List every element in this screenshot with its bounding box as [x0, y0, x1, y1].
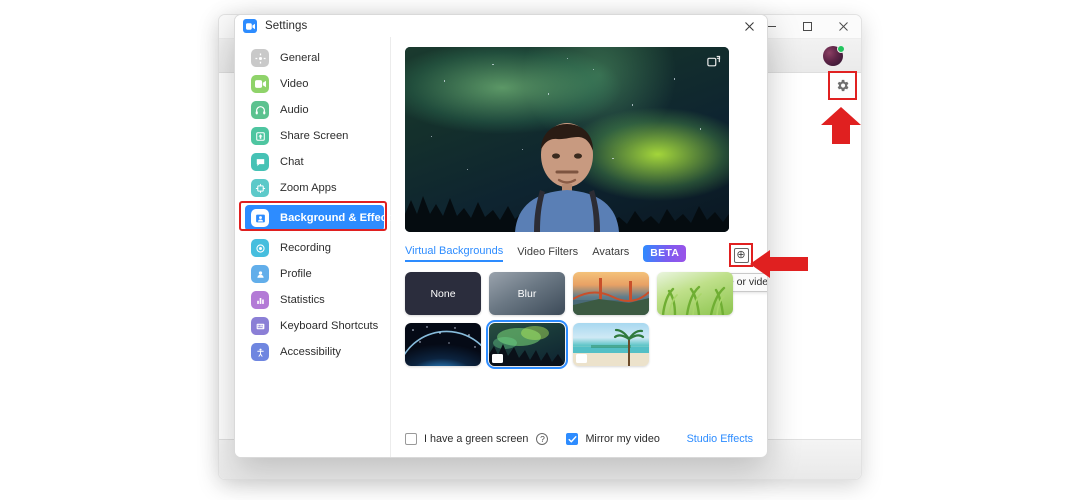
- settings-sidebar: General Video Audio Share Screen Chat Zo…: [235, 37, 397, 457]
- green-screen-label: I have a green screen: [424, 433, 529, 445]
- zoom-apps-icon: [251, 179, 269, 197]
- maximize-icon[interactable]: [789, 15, 825, 39]
- user-avatar[interactable]: [823, 44, 845, 66]
- thumb-label: None: [430, 287, 456, 300]
- background-options-row: I have a green screen ? Mirror my video …: [405, 433, 753, 445]
- mirror-video-checkbox[interactable]: [566, 433, 579, 445]
- gear-icon: [837, 79, 849, 92]
- sidebar-item-keyboard-shortcuts[interactable]: Keyboard Shortcuts: [245, 313, 384, 339]
- chat-bubble-icon: [251, 153, 269, 171]
- background-thumb-earth[interactable]: [405, 323, 481, 366]
- sidebar-item-label: Zoom Apps: [280, 182, 337, 194]
- earth-space-art: [405, 326, 481, 356]
- headphones-icon: [251, 101, 269, 119]
- sidebar-item-background-effects[interactable]: Background & Effects: [245, 205, 397, 231]
- status-dot-icon: [837, 44, 845, 53]
- recording-icon: [251, 239, 269, 257]
- help-icon[interactable]: ?: [536, 433, 549, 445]
- green-screen-checkbox[interactable]: [405, 433, 417, 445]
- tab-video-filters[interactable]: Video Filters: [517, 246, 578, 261]
- share-screen-icon: [251, 127, 269, 145]
- background-thumb-blur[interactable]: Blur: [489, 272, 565, 315]
- background-tabs: Virtual Backgrounds Video Filters Avatar…: [405, 245, 753, 262]
- gear-icon: [251, 49, 269, 67]
- background-thumb-grass[interactable]: [657, 272, 733, 315]
- sidebar-item-general[interactable]: General: [245, 45, 384, 71]
- background-thumb-none[interactable]: None: [405, 272, 481, 315]
- zoom-logo-icon: [243, 19, 257, 33]
- settings-window: Settings General Video Audio Share Scree…: [234, 14, 768, 458]
- camera-switch-icon[interactable]: [706, 54, 721, 69]
- red-arrow-left: [750, 250, 808, 278]
- downloaded-badge-icon: [492, 354, 503, 363]
- sidebar-item-label: Chat: [280, 156, 304, 168]
- sidebar-item-label: Accessibility: [280, 346, 341, 358]
- sidebar-item-label: Audio: [280, 104, 309, 116]
- background-thumb-beach[interactable]: [573, 323, 649, 366]
- add-image-or-video-button[interactable]: ⊕: [733, 247, 749, 263]
- sidebar-item-accessibility[interactable]: Accessibility: [245, 339, 384, 365]
- settings-titlebar: Settings: [235, 15, 767, 37]
- sidebar-item-label: Recording: [280, 242, 331, 254]
- keyboard-icon: [251, 317, 269, 335]
- golden-gate-art: [573, 278, 649, 315]
- background-effects-icon: [251, 209, 269, 227]
- settings-title: Settings: [265, 20, 308, 32]
- statistics-icon: [251, 291, 269, 309]
- sidebar-item-label: Share Screen: [280, 130, 349, 142]
- downloaded-badge-icon: [576, 354, 587, 363]
- profile-icon: [251, 265, 269, 283]
- beta-badge: BETA: [643, 245, 687, 262]
- sidebar-item-audio[interactable]: Audio: [245, 97, 384, 123]
- thumb-label: Blur: [517, 287, 537, 300]
- sidebar-item-profile[interactable]: Profile: [245, 261, 384, 287]
- sidebar-item-chat[interactable]: Chat: [245, 149, 384, 175]
- check-icon: [568, 435, 577, 442]
- sidebar-item-label: Profile: [280, 268, 312, 280]
- settings-content: Virtual Backgrounds Video Filters Avatar…: [391, 37, 767, 457]
- sidebar-item-recording[interactable]: Recording: [245, 235, 384, 261]
- sidebar-item-share-screen[interactable]: Share Screen: [245, 123, 384, 149]
- tab-avatars[interactable]: Avatars: [592, 246, 629, 261]
- sidebar-item-statistics[interactable]: Statistics: [245, 287, 384, 313]
- sidebar-item-label: Background & Effects: [280, 212, 397, 224]
- tab-virtual-backgrounds[interactable]: Virtual Backgrounds: [405, 245, 504, 262]
- studio-effects-link[interactable]: Studio Effects: [687, 433, 753, 445]
- close-icon[interactable]: [825, 15, 861, 39]
- sidebar-item-video[interactable]: Video: [245, 71, 384, 97]
- person-silhouette: [515, 123, 619, 232]
- video-camera-icon: [251, 75, 269, 93]
- sidebar-item-label: Statistics: [280, 294, 325, 306]
- virtual-background-grid: None Blur: [405, 272, 737, 369]
- video-preview: [405, 47, 729, 232]
- settings-close-button[interactable]: [731, 15, 767, 37]
- sidebar-item-label: General: [280, 52, 320, 64]
- background-thumb-aurora[interactable]: [486, 320, 568, 369]
- accessibility-icon: [251, 343, 269, 361]
- screenshot-root: Settings General Video Audio Share Scree…: [0, 0, 1080, 500]
- background-thumb-bridge[interactable]: [573, 272, 649, 315]
- mirror-video-label: Mirror my video: [585, 433, 660, 445]
- settings-gear-button[interactable]: [828, 71, 857, 100]
- red-arrow-up: [821, 107, 861, 144]
- grass-art: [661, 285, 726, 315]
- sidebar-item-label: Keyboard Shortcuts: [280, 320, 379, 332]
- sidebar-item-zoom-apps[interactable]: Zoom Apps: [245, 175, 384, 201]
- sidebar-item-label: Video: [280, 78, 309, 90]
